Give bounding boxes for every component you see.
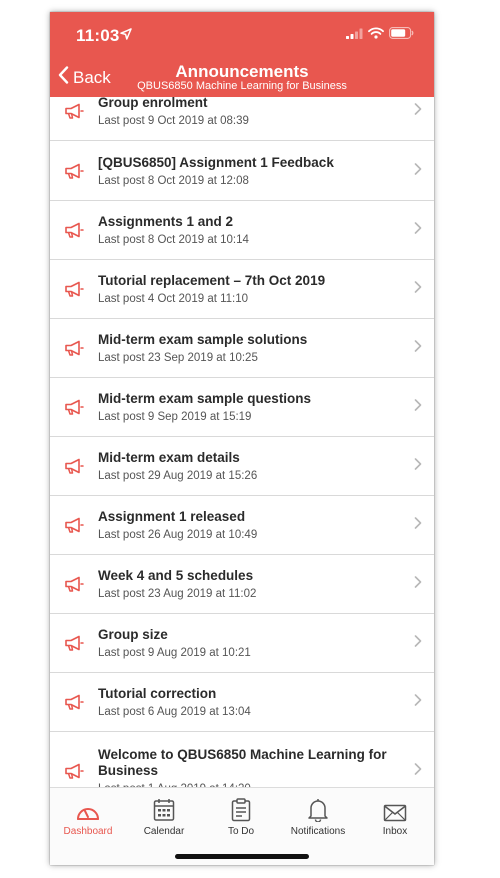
announcement-date: Last post 23 Sep 2019 at 10:25 — [98, 352, 258, 364]
inbox-icon — [357, 796, 433, 822]
announcement-title: Mid-term exam sample solutions — [98, 332, 308, 347]
announcement-row[interactable]: Group size Last post 9 Aug 2019 at 10:21 — [50, 614, 434, 673]
announcement-title: Assignment 1 released — [98, 509, 246, 524]
announcement-date: Last post 23 Aug 2019 at 11:02 — [98, 588, 257, 600]
app-header: 11:03 Back Announcements QBUS6850 Machin… — [50, 12, 434, 97]
home-indicator[interactable] — [175, 854, 309, 859]
announcement-list-scroll[interactable]: Group enrolment Last post 9 Oct 2019 at 0… — [50, 97, 434, 787]
tab-dashboard-label: Dashboard — [63, 826, 113, 837]
announcement-row[interactable]: [QBUS6850] Assignment 1 Feedback Last pos… — [50, 141, 434, 201]
announcement-text: Mid-term exam details Last post 29 Aug 20… — [98, 450, 434, 482]
announcement-text: Tutorial correction Last post 6 Aug 2019 … — [98, 686, 434, 718]
chevron-right-icon — [414, 280, 422, 298]
phone-screen: 11:03 Back Announcements QBUS6850 Machin… — [50, 12, 434, 865]
announcement-title: Group enrolment — [98, 97, 208, 110]
tab-dashboard[interactable]: Dashboard — [50, 796, 126, 837]
announcement-title: Welcome to QBUS6850 Machine Learning for… — [98, 746, 387, 778]
announcement-row[interactable]: Mid-term exam sample questions Last post … — [50, 378, 434, 437]
announcement-row[interactable]: Assignments 1 and 2 Last post 8 Oct 2019 … — [50, 201, 434, 260]
announcement-date: Last post 8 Oct 2019 at 12:08 — [98, 174, 249, 187]
chevron-right-icon — [414, 102, 422, 120]
location-arrow-icon — [120, 27, 132, 45]
todo-icon — [203, 796, 279, 822]
megaphone-icon — [50, 340, 98, 356]
status-icons — [346, 26, 414, 44]
announcement-title: Week 4 and 5 schedules — [98, 568, 254, 583]
chevron-right-icon — [414, 339, 422, 357]
announcement-text: Group enrolment Last post 9 Oct 2019 at 0… — [98, 97, 434, 127]
announcement-text: Tutorial replacement – 7th Oct 2019 Last … — [98, 273, 434, 305]
course-subtitle: QBUS6850 Machine Learning for Business — [137, 80, 347, 92]
announcement-row[interactable]: Group enrolment Last post 9 Oct 2019 at 0… — [50, 97, 434, 141]
announcement-title: Tutorial replacement – 7th Oct 2019 — [98, 273, 326, 288]
announcement-title: Assignments 1 and 2 — [98, 214, 234, 229]
announcement-row[interactable]: Mid-term exam details Last post 29 Aug 20… — [50, 437, 434, 496]
chevron-right-icon — [414, 634, 422, 652]
announcement-date: Last post 9 Aug 2019 at 10:21 — [98, 647, 251, 659]
announcement-title: Group size — [98, 627, 168, 642]
chevron-right-icon — [414, 693, 422, 711]
announcement-title: Tutorial correction — [98, 686, 217, 701]
announcement-text: Mid-term exam sample solutions Last post … — [98, 332, 434, 364]
megaphone-icon — [50, 763, 98, 779]
tab-calendar-label: Calendar — [143, 826, 185, 837]
chevron-right-icon — [414, 762, 422, 780]
chevron-right-icon — [414, 162, 422, 180]
chevron-right-icon — [414, 221, 422, 239]
announcement-date: Last post 9 Oct 2019 at 08:39 — [98, 115, 249, 127]
announcement-text: Week 4 and 5 schedules Last post 23 Aug 2… — [98, 568, 434, 600]
announcement-text: Welcome to QBUS6850 Machine Learning for… — [98, 747, 434, 788]
tab-inbox-label: Inbox — [382, 826, 408, 837]
megaphone-icon — [50, 576, 98, 592]
page-title: Announcements — [175, 62, 309, 81]
announcement-date: Last post 29 Aug 2019 at 15:26 — [98, 470, 258, 482]
status-time: 11:03 — [76, 26, 120, 45]
announcement-text: Group size Last post 9 Aug 2019 at 10:21 — [98, 627, 434, 659]
wifi-icon — [368, 26, 384, 44]
announcement-row[interactable]: Tutorial replacement – 7th Oct 2019 Last … — [50, 260, 434, 319]
signal-icon — [346, 26, 363, 44]
calendar-icon — [126, 796, 202, 822]
megaphone-icon — [50, 458, 98, 474]
megaphone-icon — [50, 103, 98, 119]
announcement-row[interactable]: Week 4 and 5 schedules Last post 23 Aug 2… — [50, 555, 434, 614]
announcement-list: Group enrolment Last post 9 Oct 2019 at 0… — [50, 97, 434, 787]
chevron-right-icon — [414, 575, 422, 593]
tab-calendar[interactable]: Calendar — [126, 796, 202, 837]
bell-icon — [280, 796, 356, 822]
tab-todo-label: To Do — [227, 826, 255, 837]
announcement-row[interactable]: Mid-term exam sample solutions Last post … — [50, 319, 434, 378]
announcement-title: Mid-term exam details — [98, 450, 240, 465]
tab-notifications-label: Notifications — [290, 826, 346, 837]
announcement-text: [QBUS6850] Assignment 1 Feedback Last pos… — [98, 155, 434, 187]
announcement-row[interactable]: Assignment 1 released Last post 26 Aug 20… — [50, 496, 434, 555]
announcement-date: Last post 9 Sep 2019 at 15:19 — [98, 411, 252, 423]
megaphone-icon — [50, 399, 98, 415]
announcement-row[interactable]: Tutorial correction Last post 6 Aug 2019 … — [50, 673, 434, 732]
announcement-date: Last post 8 Oct 2019 at 10:14 — [98, 234, 249, 246]
announcement-text: Mid-term exam sample questions Last post … — [98, 391, 434, 423]
megaphone-icon — [50, 281, 98, 297]
announcement-title: Mid-term exam sample questions — [98, 391, 312, 406]
announcement-title: [QBUS6850] Assignment 1 Feedback — [98, 154, 334, 170]
dashboard-icon — [50, 796, 126, 822]
announcement-text: Assignments 1 and 2 Last post 8 Oct 2019 … — [98, 214, 434, 246]
megaphone-icon — [50, 163, 98, 179]
tab-notifications[interactable]: Notifications — [280, 796, 356, 837]
tab-todo[interactable]: To Do — [203, 796, 279, 837]
chevron-right-icon — [414, 398, 422, 416]
tab-inbox[interactable]: Inbox — [357, 796, 433, 837]
megaphone-icon — [50, 222, 98, 238]
battery-icon — [389, 26, 414, 44]
megaphone-icon — [50, 635, 98, 651]
announcement-date: Last post 26 Aug 2019 at 10:49 — [98, 529, 258, 541]
announcement-text: Assignment 1 released Last post 26 Aug 20… — [98, 509, 434, 541]
announcement-row[interactable]: Welcome to QBUS6850 Machine Learning for… — [50, 732, 434, 787]
chevron-right-icon — [414, 457, 422, 475]
announcement-date: Last post 6 Aug 2019 at 13:04 — [98, 706, 251, 718]
announcement-date: Last post 4 Oct 2019 at 11:10 — [98, 293, 249, 305]
megaphone-icon — [50, 517, 98, 533]
chevron-right-icon — [414, 516, 422, 534]
megaphone-icon — [50, 694, 98, 710]
